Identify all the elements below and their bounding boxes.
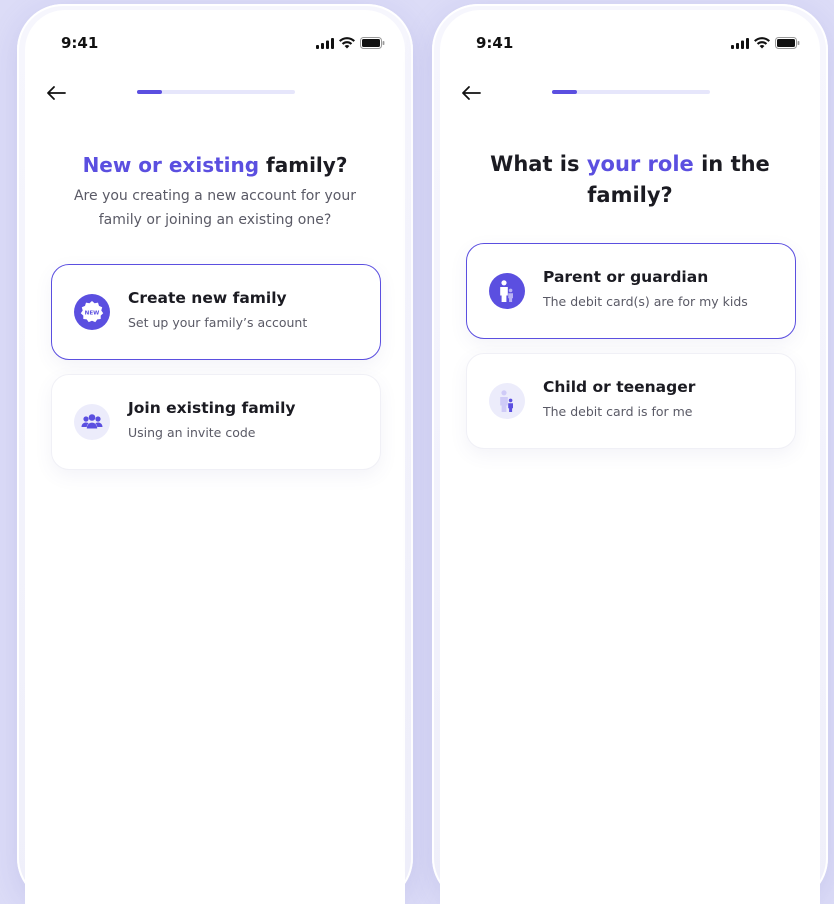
option-description: Using an invite code [128, 425, 256, 440]
phone-frame-left: 9:41 New or existing family? Are you cre… [17, 4, 413, 904]
option-create-new-family[interactable]: NEW Create new family Set up your family… [51, 264, 381, 360]
option-description: The debit card is for me [543, 404, 693, 419]
option-title: Join existing family [128, 399, 296, 417]
option-join-existing-family[interactable]: Join existing family Using an invite cod… [51, 374, 381, 470]
progress-bar [552, 90, 710, 94]
battery-icon [775, 37, 800, 49]
title-accent: New or existing [82, 153, 260, 177]
option-description: Set up your family’s account [128, 315, 308, 330]
progress-fill [137, 90, 163, 94]
family-role-screen: 9:41 What is your role in the family? Pa… [440, 10, 820, 904]
status-time: 9:41 [476, 34, 514, 52]
child-icon [489, 383, 525, 419]
parent-icon [489, 273, 525, 309]
svg-text:NEW: NEW [85, 310, 100, 316]
status-time: 9:41 [61, 34, 99, 52]
wifi-icon [339, 37, 355, 49]
status-icons [731, 37, 800, 49]
option-title: Parent or guardian [543, 268, 709, 286]
phone-frame-right: 9:41 What is your role in the family? Pa… [432, 4, 828, 904]
back-button[interactable] [456, 78, 486, 108]
option-child-or-teenager[interactable]: Child or teenager The debit card is for … [466, 353, 796, 449]
arrow-left-icon [47, 86, 66, 100]
page-title: New or existing family? [45, 150, 385, 180]
family-type-screen: 9:41 New or existing family? Are you cre… [25, 10, 405, 904]
title-rest: family? [259, 153, 348, 177]
option-description: The debit card(s) are for my kids [543, 294, 748, 309]
status-icons [316, 37, 385, 49]
option-title: Child or teenager [543, 378, 696, 396]
title-pre: What is [490, 152, 587, 176]
group-icon [74, 404, 110, 440]
option-title: Create new family [128, 289, 287, 307]
title-accent: your role [586, 152, 694, 176]
signal-icon [316, 37, 334, 49]
option-parent-or-guardian[interactable]: Parent or guardian The debit card(s) are… [466, 243, 796, 339]
progress-bar [137, 90, 295, 94]
new-badge-icon: NEW [74, 294, 110, 330]
page-title: What is your role in the family? [460, 149, 800, 211]
wifi-icon [754, 37, 770, 49]
battery-icon [360, 37, 385, 49]
page-subtitle: Are you creating a new account for your … [73, 188, 356, 228]
back-button[interactable] [41, 78, 71, 108]
signal-icon [731, 37, 749, 49]
arrow-left-icon [462, 86, 481, 100]
progress-fill [552, 90, 578, 94]
